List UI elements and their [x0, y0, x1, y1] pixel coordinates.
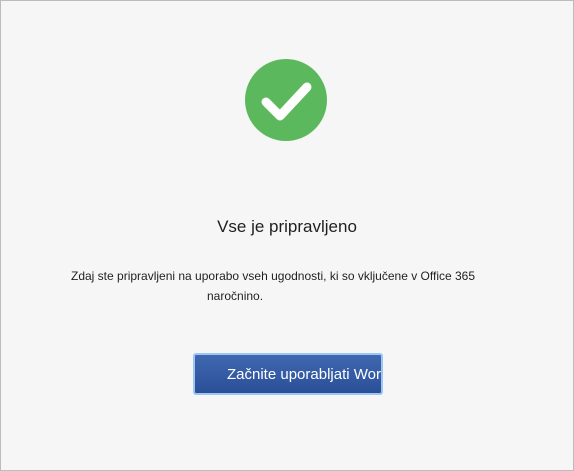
checkmark-circle-icon [245, 59, 327, 141]
start-using-word-button[interactable]: Začnite uporabljati Word [193, 353, 383, 395]
message-line-2: naročnino. [207, 289, 264, 303]
dialog-message: Zdaj ste pripravljeni na uporabo vseh ug… [71, 266, 491, 306]
setup-complete-dialog: Vse je pripravljeno Zdaj ste pripravljen… [0, 0, 574, 471]
message-line-1: Zdaj ste pripravljeni na uporabo vseh ug… [71, 269, 476, 283]
dialog-title: Vse je pripravljeno [217, 217, 357, 236]
